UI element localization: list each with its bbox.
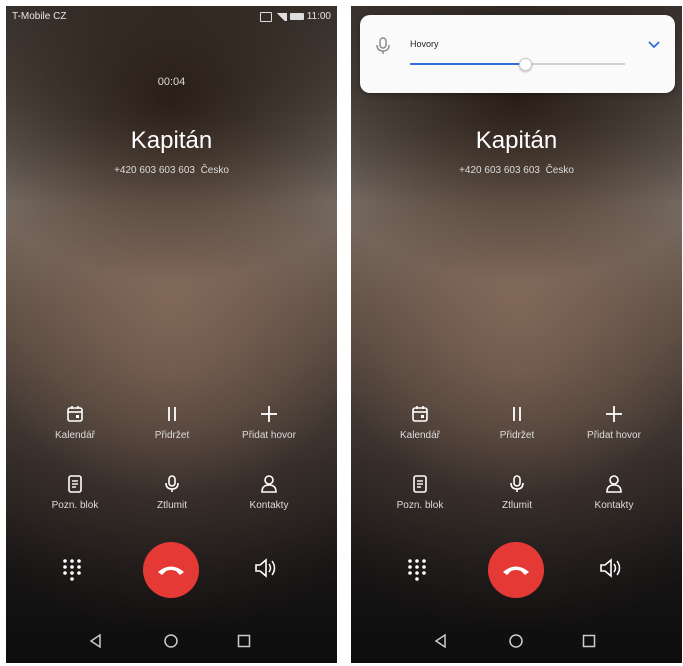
nav-back-button[interactable] xyxy=(433,633,449,654)
pause-icon xyxy=(513,407,521,421)
volume-slider-thumb[interactable] xyxy=(518,58,532,71)
add-call-label: Přidat hovor xyxy=(587,430,641,441)
mute-button[interactable]: Ztlumit xyxy=(122,471,222,511)
navigation-bar xyxy=(351,623,682,663)
nfc-icon xyxy=(259,11,272,22)
calendar-label: Kalendář xyxy=(399,430,441,441)
calendar-icon xyxy=(412,406,428,422)
dialpad-icon xyxy=(408,559,426,581)
expand-volume-button[interactable] xyxy=(647,37,661,55)
signal-icon xyxy=(274,12,287,21)
notepad-button[interactable]: Pozn. blok xyxy=(370,471,470,511)
caller-info: +420 603 603 603 Česko xyxy=(351,165,682,176)
phone-screen-right: Hovory Kapitán +420 603 603 603 Česko Ka… xyxy=(351,6,682,663)
dialpad-button[interactable] xyxy=(61,558,83,587)
caller-number: +420 603 603 603 xyxy=(114,165,195,176)
home-icon xyxy=(509,634,523,648)
navigation-bar xyxy=(6,623,337,663)
microphone-icon xyxy=(510,475,524,492)
volume-label: Hovory xyxy=(410,39,439,49)
status-time: 11:00 xyxy=(306,11,331,22)
hold-label: Přidržet xyxy=(154,430,190,441)
phone-screen-left: T-Mobile CZ 11:00 00:04 Kapitán +420 603… xyxy=(6,6,337,663)
nav-home-button[interactable] xyxy=(508,633,524,654)
speaker-button[interactable] xyxy=(599,557,623,584)
contacts-label: Kontakty xyxy=(594,500,634,511)
recent-apps-icon xyxy=(237,634,251,648)
add-call-button[interactable]: Přidat hovor xyxy=(564,401,664,441)
call-controls xyxy=(351,542,682,600)
recent-apps-icon xyxy=(582,634,596,648)
contacts-button[interactable]: Kontakty xyxy=(219,471,319,511)
notepad-button[interactable]: Pozn. blok xyxy=(25,471,125,511)
speaker-icon xyxy=(255,558,276,578)
contacts-button[interactable]: Kontakty xyxy=(564,471,664,511)
nav-back-button[interactable] xyxy=(88,633,104,654)
caller-number: +420 603 603 603 xyxy=(459,165,540,176)
caller-location: Česko xyxy=(200,165,229,176)
caller-location: Česko xyxy=(545,165,574,176)
end-call-icon xyxy=(503,566,529,575)
status-bar: T-Mobile CZ 11:00 xyxy=(6,6,337,28)
dialpad-button[interactable] xyxy=(406,558,428,587)
volume-slider[interactable] xyxy=(410,58,625,71)
nav-home-button[interactable] xyxy=(163,633,179,654)
speaker-button[interactable] xyxy=(254,557,278,584)
calendar-label: Kalendář xyxy=(54,430,96,441)
nav-recent-button[interactable] xyxy=(236,633,252,654)
contacts-label: Kontakty xyxy=(249,500,289,511)
contact-icon xyxy=(606,475,622,493)
end-call-button[interactable] xyxy=(143,542,199,598)
plus-icon xyxy=(606,406,622,422)
volume-panel: Hovory xyxy=(360,15,675,93)
caller-name: Kapitán xyxy=(475,127,558,154)
mute-label: Ztlumit xyxy=(157,500,187,511)
volume-slider-fill xyxy=(410,63,524,65)
calendar-button[interactable]: Kalendář xyxy=(370,401,470,441)
battery-icon xyxy=(289,13,304,20)
caller-name: Kapitán xyxy=(130,127,213,154)
end-call-button[interactable] xyxy=(488,542,544,598)
add-call-label: Přidat hovor xyxy=(242,430,296,441)
call-controls xyxy=(6,542,337,600)
hold-label: Přidržet xyxy=(499,430,535,441)
notepad-label: Pozn. blok xyxy=(51,500,99,511)
calendar-button[interactable]: Kalendář xyxy=(25,401,125,441)
back-icon xyxy=(434,633,446,649)
status-icons: 11:00 xyxy=(259,11,331,22)
pause-icon xyxy=(168,407,176,421)
chevron-down-icon xyxy=(648,41,660,49)
carrier-name: T-Mobile CZ xyxy=(12,11,67,22)
contact-icon xyxy=(261,475,277,493)
add-call-button[interactable]: Přidat hovor xyxy=(219,401,319,441)
microphone-icon xyxy=(165,475,179,492)
hold-button[interactable]: Přidržet xyxy=(467,401,567,441)
microphone-icon xyxy=(376,37,390,54)
notepad-icon xyxy=(68,475,82,493)
mute-label: Ztlumit xyxy=(502,500,532,511)
speaker-icon xyxy=(600,558,621,578)
mute-button[interactable]: Ztlumit xyxy=(467,471,567,511)
calendar-icon xyxy=(67,406,83,422)
hold-button[interactable]: Přidržet xyxy=(122,401,222,441)
back-icon xyxy=(89,633,101,649)
plus-icon xyxy=(261,406,277,422)
notepad-label: Pozn. blok xyxy=(396,500,444,511)
notepad-icon xyxy=(413,475,427,493)
home-icon xyxy=(164,634,178,648)
dialpad-icon xyxy=(63,559,81,581)
call-timer: 00:04 xyxy=(157,76,186,88)
end-call-icon xyxy=(158,566,184,575)
nav-recent-button[interactable] xyxy=(581,633,597,654)
caller-info: +420 603 603 603 Česko xyxy=(6,165,337,176)
